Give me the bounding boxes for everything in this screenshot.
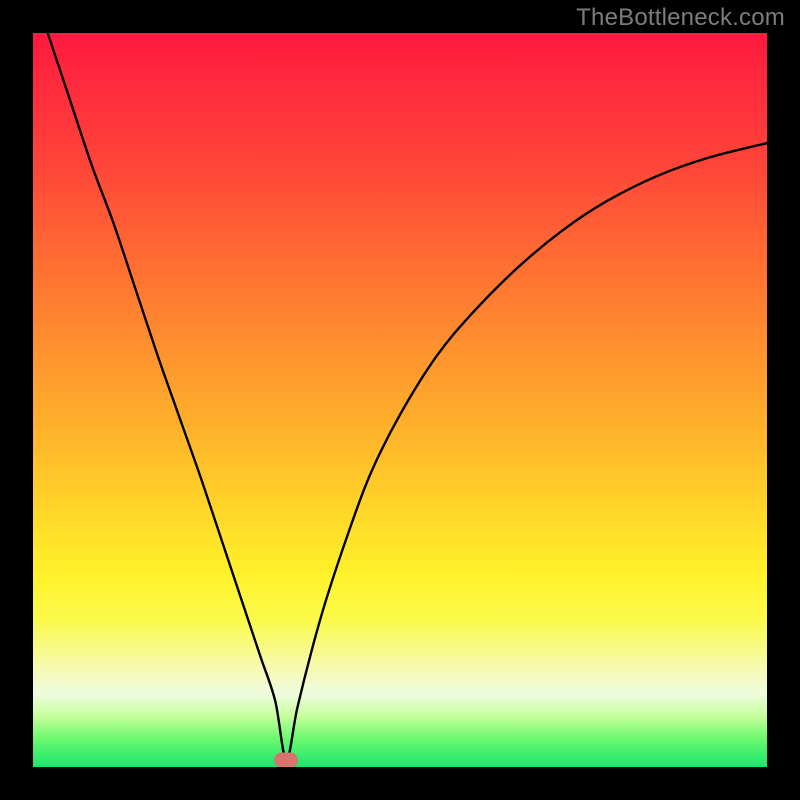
- bottleneck-curve: [33, 33, 767, 767]
- chart-frame: TheBottleneck.com: [0, 0, 800, 800]
- plot-area: [33, 33, 767, 767]
- watermark-text: TheBottleneck.com: [576, 4, 785, 32]
- optimum-marker: [274, 753, 298, 767]
